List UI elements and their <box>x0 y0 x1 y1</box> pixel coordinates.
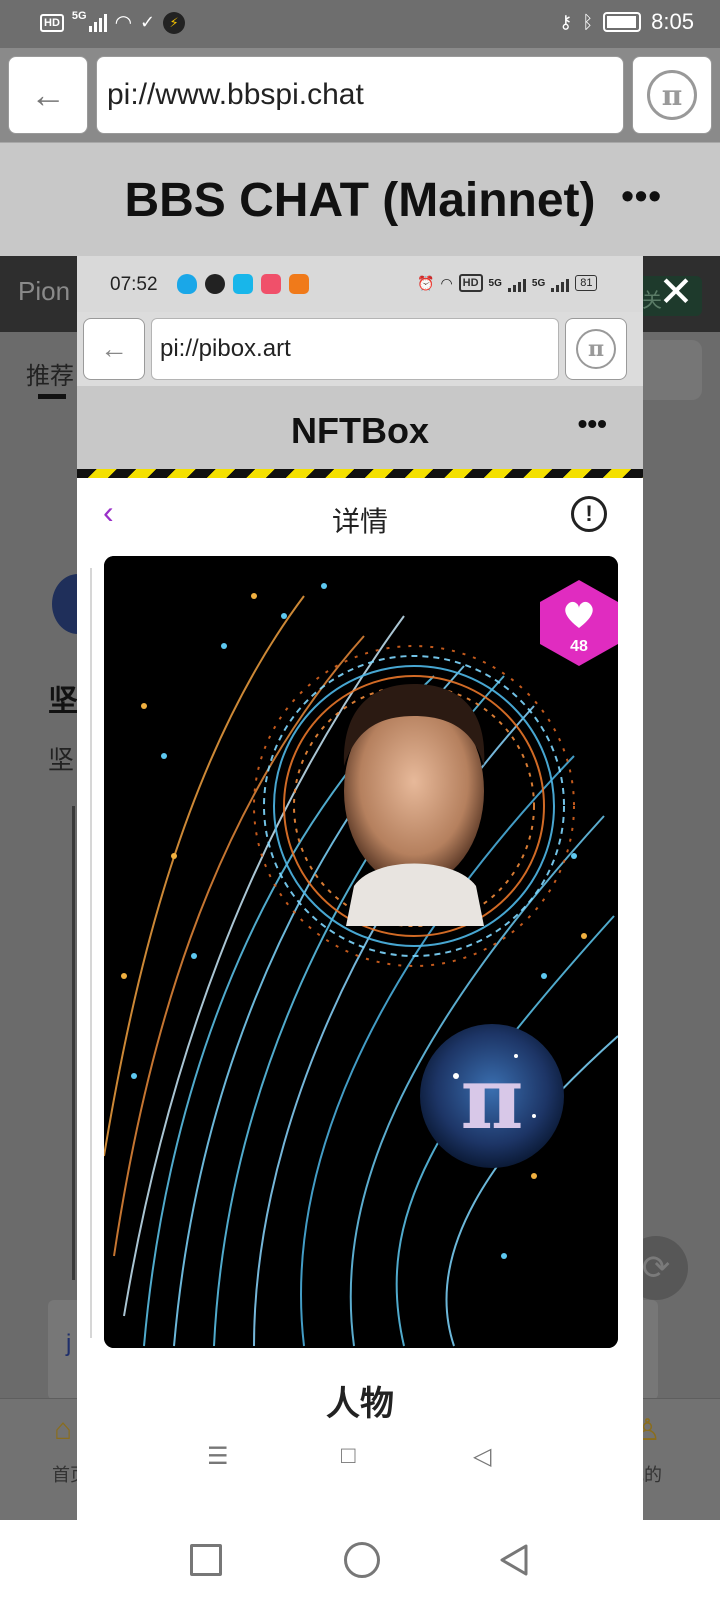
page-title: BBS CHAT (Mainnet) <box>124 174 596 227</box>
post-text-fragment: 坚 <box>48 745 75 775</box>
pi-browser-button[interactable]: π <box>632 56 712 134</box>
app-red-icon <box>261 274 281 294</box>
home-square-icon: □ <box>341 1442 356 1469</box>
network-label: 5G <box>71 9 87 22</box>
hd-badge: HD <box>458 274 483 292</box>
status-left: HD 5G ◠ ✓ ⚡ <box>40 9 186 35</box>
post-divider <box>72 806 75 1280</box>
bluetooth-icon: ᛒ <box>582 11 594 32</box>
app-orange-icon <box>289 274 309 294</box>
nft-artwork-graphic: π <box>104 556 618 1348</box>
embedded-address-bar: pi://pibox.art <box>151 318 559 380</box>
wechat-icon <box>205 274 225 294</box>
embedded-screenshot: 07:52 ⏰ ◠ HD 5G 5G 81 ← pi://pibox.art π <box>77 256 643 1520</box>
signal-icon <box>507 274 526 292</box>
pi-logo-icon: π <box>647 70 697 120</box>
browser-toolbar: ← pi://www.bbspi.chat π <box>0 48 720 142</box>
pi-logo-icon: π <box>576 329 616 369</box>
hd-badge: HD <box>40 13 64 32</box>
network-label: 5G <box>531 277 546 289</box>
battery-icon <box>603 12 642 32</box>
signal-icon <box>551 274 570 292</box>
close-button[interactable]: ✕ <box>640 268 712 316</box>
like-badge[interactable]: 48 <box>534 578 618 668</box>
nft-artwork: π 48 <box>104 556 618 1348</box>
embedded-back-button: ← <box>83 318 145 380</box>
back-arrow-icon: ← <box>30 74 66 115</box>
signal-icon <box>88 13 107 32</box>
app-title-bar: BBS CHAT (Mainnet) ••• <box>0 142 720 256</box>
embedded-more-icon: ••• <box>577 408 607 439</box>
detail-header: ‹ 详情 ! <box>77 478 643 554</box>
system-nav-bar <box>0 1520 720 1600</box>
home-icon: ⌂ <box>54 1413 73 1446</box>
address-bar[interactable]: pi://www.bbspi.chat <box>96 56 624 134</box>
tab-recommend: 推荐 <box>26 363 74 390</box>
back-arrow-icon: ← <box>100 333 128 364</box>
clock: 8:05 <box>651 9 694 34</box>
back-triangle-icon <box>500 1544 528 1576</box>
link-icon: ✓ <box>140 12 156 32</box>
back-triangle-icon: ◁ <box>473 1443 492 1470</box>
embedded-system-nav: ☰ □ ◁ <box>77 1430 643 1520</box>
detail-title: 详情 <box>331 506 388 537</box>
more-menu-button[interactable]: ••• <box>621 175 662 217</box>
embedded-system-icons: ⏰ ◠ HD 5G 5G 81 <box>417 274 598 292</box>
hazard-stripe-divider <box>77 469 643 478</box>
network-label: 5G <box>488 277 502 289</box>
embedded-status-bar: 07:52 ⏰ ◠ HD 5G 5G 81 <box>77 256 643 312</box>
home-button[interactable] <box>344 1542 380 1578</box>
post-heading-fragment: 坚 <box>48 685 78 718</box>
embedded-pi-button: π <box>565 318 627 380</box>
wifi-icon: ◠ <box>440 274 453 291</box>
menu-icon: ☰ <box>207 1443 229 1470</box>
status-right: ⚷ ᛒ 8:05 <box>559 9 694 35</box>
embedded-browser-toolbar: ← pi://pibox.art π <box>77 312 643 386</box>
back-button[interactable]: ← <box>8 56 88 134</box>
qq-icon <box>177 274 197 294</box>
background-app-name: Pion <box>18 276 71 306</box>
close-icon: ✕ <box>658 268 694 315</box>
like-count: 48 <box>570 638 588 655</box>
comment-text-fragment: j <box>66 1330 72 1357</box>
svg-text:π: π <box>461 1048 524 1149</box>
status-bar: HD 5G ◠ ✓ ⚡ ⚷ ᛒ 8:05 <box>0 0 720 48</box>
notification-icons <box>177 274 309 294</box>
wifi-icon: ◠ <box>114 12 133 34</box>
alarm-icon: ⏰ <box>417 274 435 291</box>
embedded-clock: 07:52 <box>110 274 158 295</box>
key-icon: ⚷ <box>559 11 573 32</box>
tab-indicator <box>38 394 66 399</box>
info-icon: ! <box>571 496 607 532</box>
embedded-page-title: NFTBox <box>291 410 429 451</box>
charging-icon: ⚡ <box>163 11 186 34</box>
nft-category: 人物 <box>326 1385 394 1423</box>
message-icon <box>233 274 253 294</box>
recent-apps-button[interactable] <box>190 1544 222 1576</box>
embedded-title-bar: NFTBox ••• <box>77 386 643 478</box>
battery-level: 81 <box>575 275 598 291</box>
card-edge <box>90 568 92 1338</box>
back-nav-button[interactable] <box>496 1542 532 1578</box>
